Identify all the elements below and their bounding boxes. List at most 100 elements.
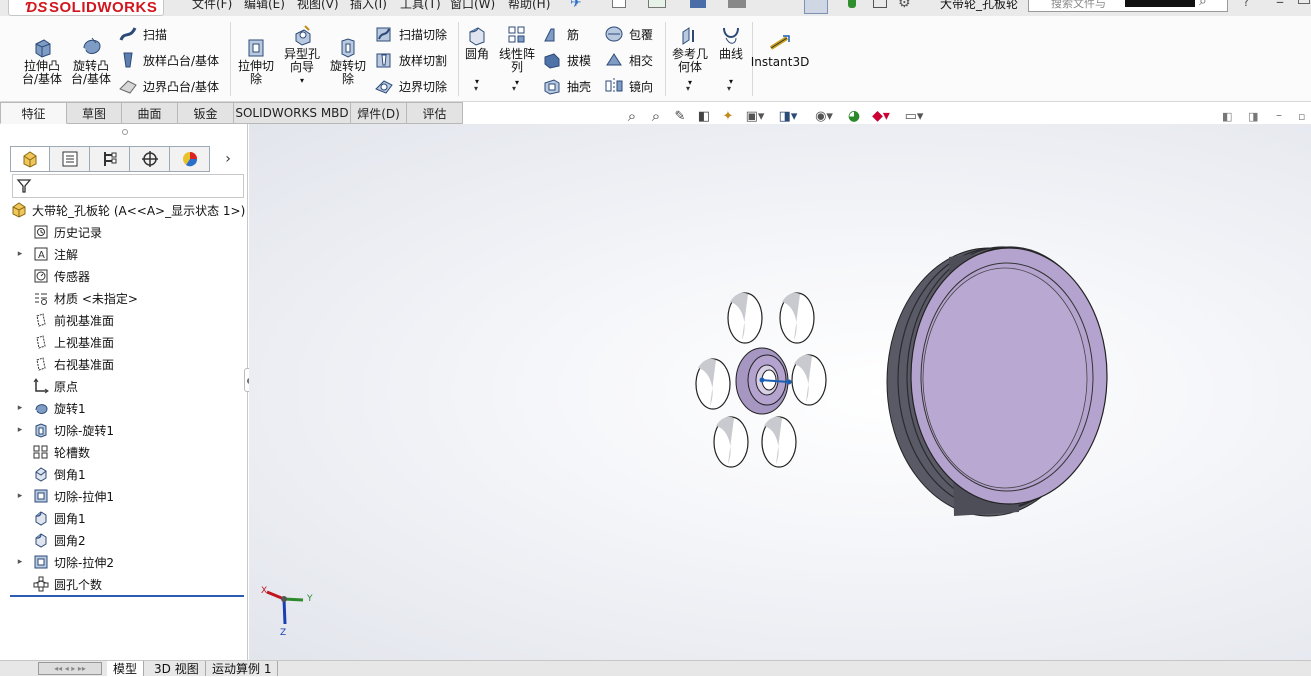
expand-arrow-icon[interactable]: ▸	[14, 403, 26, 413]
shell-button[interactable]: 抽壳	[542, 76, 591, 96]
tab-configuration-manager[interactable]	[90, 146, 130, 172]
loft-boss-button[interactable]: 放样凸台/基体	[118, 50, 219, 70]
fillet-menu-arrow-icon[interactable]: ▾	[474, 84, 478, 93]
mirror-button[interactable]: 镜向	[604, 76, 653, 96]
tree-item[interactable]: 传感器	[0, 265, 246, 287]
save-icon[interactable]	[690, 0, 706, 8]
reference-geometry-button[interactable]: 参考几 何体 ▾	[670, 24, 710, 89]
options-gear-icon[interactable]: ⚙	[898, 0, 911, 11]
rib-button[interactable]: 筋	[542, 24, 579, 44]
tab-3d-view[interactable]: 3D 视图	[148, 661, 206, 676]
expand-arrow-icon[interactable]: ▸	[14, 425, 26, 435]
extrude-boss-button[interactable]: 拉伸凸 台/基体	[20, 36, 64, 86]
tab-scroll-arrows-icon[interactable]: ◂◂ ◂ ▸ ▸▸	[38, 662, 102, 675]
tree-item[interactable]: ▸ 旋转1	[0, 397, 246, 419]
tab-solidworks-mbd[interactable]: SOLIDWORKS MBD	[234, 102, 351, 124]
print-icon[interactable]	[728, 0, 746, 8]
wrap-button[interactable]: 包覆	[604, 24, 653, 44]
select-pointer-icon[interactable]	[804, 0, 828, 14]
menu-insert[interactable]: 插入(I)	[350, 0, 387, 12]
section-view-icon[interactable]: ◧	[692, 109, 716, 124]
curves-button[interactable]: 曲线 ▾	[714, 24, 748, 88]
search-input[interactable]: 搜索文件与 ⌕	[1028, 0, 1228, 12]
tab-motion-study[interactable]: 运动算例 1	[206, 661, 279, 676]
menu-edit[interactable]: 编辑(E)	[244, 0, 285, 12]
more-tabs-chevron-icon[interactable]: ›	[210, 146, 246, 172]
boundary-cut-button[interactable]: 边界切除	[374, 76, 447, 96]
tree-item[interactable]: 原点	[0, 375, 246, 397]
pin-icon[interactable]: ✈	[570, 0, 582, 11]
panel-splitter-handle-icon[interactable]	[122, 129, 128, 135]
tab-surfaces[interactable]: 曲面	[122, 102, 178, 124]
edit-appearance-icon[interactable]: ◕	[842, 108, 866, 124]
previous-viewport-icon[interactable]: ◧	[1222, 110, 1232, 123]
tree-item[interactable]: 上视基准面	[0, 331, 246, 353]
display-style-icon[interactable]: ◨▾	[770, 109, 806, 124]
tree-item[interactable]: 右视基准面	[0, 353, 246, 375]
viewport-restore-icon[interactable]: ▫	[1298, 110, 1305, 123]
search-icon[interactable]: ⌕	[1199, 0, 1207, 9]
tab-model[interactable]: 模型	[107, 661, 145, 676]
dynamic-annotation-icon[interactable]: ✦	[716, 109, 740, 124]
expand-arrow-icon[interactable]: ▸	[14, 557, 26, 567]
tree-item[interactable]: 倒角1	[0, 463, 246, 485]
apply-scene-icon[interactable]: ◆▾	[866, 108, 896, 124]
open-icon[interactable]	[648, 0, 666, 8]
menu-file[interactable]: 文件(F)	[192, 0, 232, 12]
view-settings-icon[interactable]: ▭▾	[896, 109, 932, 124]
tab-weldments[interactable]: 焊件(D)	[351, 102, 407, 124]
lofted-cut-button[interactable]: 放样切割	[374, 50, 447, 70]
expand-arrow-icon[interactable]: ▸	[14, 491, 26, 501]
tree-item[interactable]: 历史记录	[0, 221, 246, 243]
tree-item[interactable]: 轮槽数	[0, 441, 246, 463]
menu-tools[interactable]: 工具(T)	[400, 0, 441, 12]
intersect-button[interactable]: 相交	[604, 50, 653, 70]
tree-item[interactable]: ▸ 切除-旋转1	[0, 419, 246, 441]
new-document-icon[interactable]	[612, 0, 626, 8]
tab-evaluate[interactable]: 评估	[407, 102, 463, 124]
swept-cut-button[interactable]: 扫描切除	[374, 24, 447, 44]
linear-pattern-button[interactable]: 线性阵 列 ▾	[497, 24, 537, 89]
minimize-icon[interactable]: –	[1276, 0, 1284, 11]
tree-item[interactable]: 圆角1	[0, 507, 246, 529]
boundary-boss-button[interactable]: 边界凸台/基体	[118, 76, 219, 96]
tree-item[interactable]: 圆角2	[0, 529, 246, 551]
rebuild-icon[interactable]	[848, 0, 856, 8]
file-properties-icon[interactable]	[873, 0, 887, 8]
tab-sketch[interactable]: 草图	[67, 102, 122, 124]
restore-icon[interactable]	[1298, 0, 1310, 4]
solidworks-logo[interactable]: ƊS SOLIDWORKS	[8, 0, 164, 16]
zoom-to-area-icon[interactable]: ⌕	[644, 107, 668, 125]
graphics-area[interactable]: X Y Z	[249, 124, 1311, 660]
refgeo-menu-arrow-icon[interactable]: ▾	[686, 84, 690, 93]
extrude-cut-button[interactable]: 拉伸切 除	[234, 36, 278, 86]
view-orientation-icon[interactable]: ▣▾	[740, 109, 770, 124]
tab-feature-manager[interactable]	[10, 146, 50, 172]
menu-view[interactable]: 视图(V)	[297, 0, 339, 12]
tree-item[interactable]: ▸ A 注解	[0, 243, 246, 265]
tab-dimxpert-manager[interactable]	[130, 146, 170, 172]
next-viewport-icon[interactable]: ◨	[1248, 110, 1258, 123]
tree-item[interactable]: 前视基准面	[0, 309, 246, 331]
tab-display-manager[interactable]	[170, 146, 210, 172]
expand-arrow-icon[interactable]: ▸	[14, 249, 26, 259]
menu-help[interactable]: 帮助(H)	[508, 0, 550, 12]
sweep-button[interactable]: 扫描	[118, 24, 167, 44]
tree-item[interactable]: 材质 <未指定>	[0, 287, 246, 309]
instant3d-button[interactable]: Instant3D	[751, 34, 809, 69]
draft-button[interactable]: 拔模	[542, 50, 591, 70]
help-icon[interactable]: ?	[1243, 0, 1249, 9]
hole-wizard-dropdown-icon[interactable]: ▾	[300, 74, 304, 87]
tree-item[interactable]: ▸ 切除-拉伸2	[0, 551, 246, 573]
hide-show-items-icon[interactable]: ◉▾	[806, 109, 842, 124]
hole-wizard-button[interactable]: 异型孔 向导 ▾	[280, 24, 324, 87]
pattern-menu-arrow-icon[interactable]: ▾	[512, 84, 516, 93]
fillet-button[interactable]: 圆角 ▾	[462, 24, 492, 88]
previous-view-icon[interactable]: ✎	[668, 109, 692, 124]
tab-features[interactable]: 特征	[0, 102, 67, 124]
revolve-boss-button[interactable]: 旋转凸 台/基体	[69, 34, 113, 86]
zoom-to-fit-icon[interactable]: ⌕	[620, 107, 644, 125]
tree-item[interactable]: 圆孔个数	[0, 573, 246, 595]
tree-root-part[interactable]: 大带轮_孔板轮 (A<<A>_显示状态 1>)	[0, 199, 246, 221]
tab-sheet-metal[interactable]: 钣金	[178, 102, 234, 124]
